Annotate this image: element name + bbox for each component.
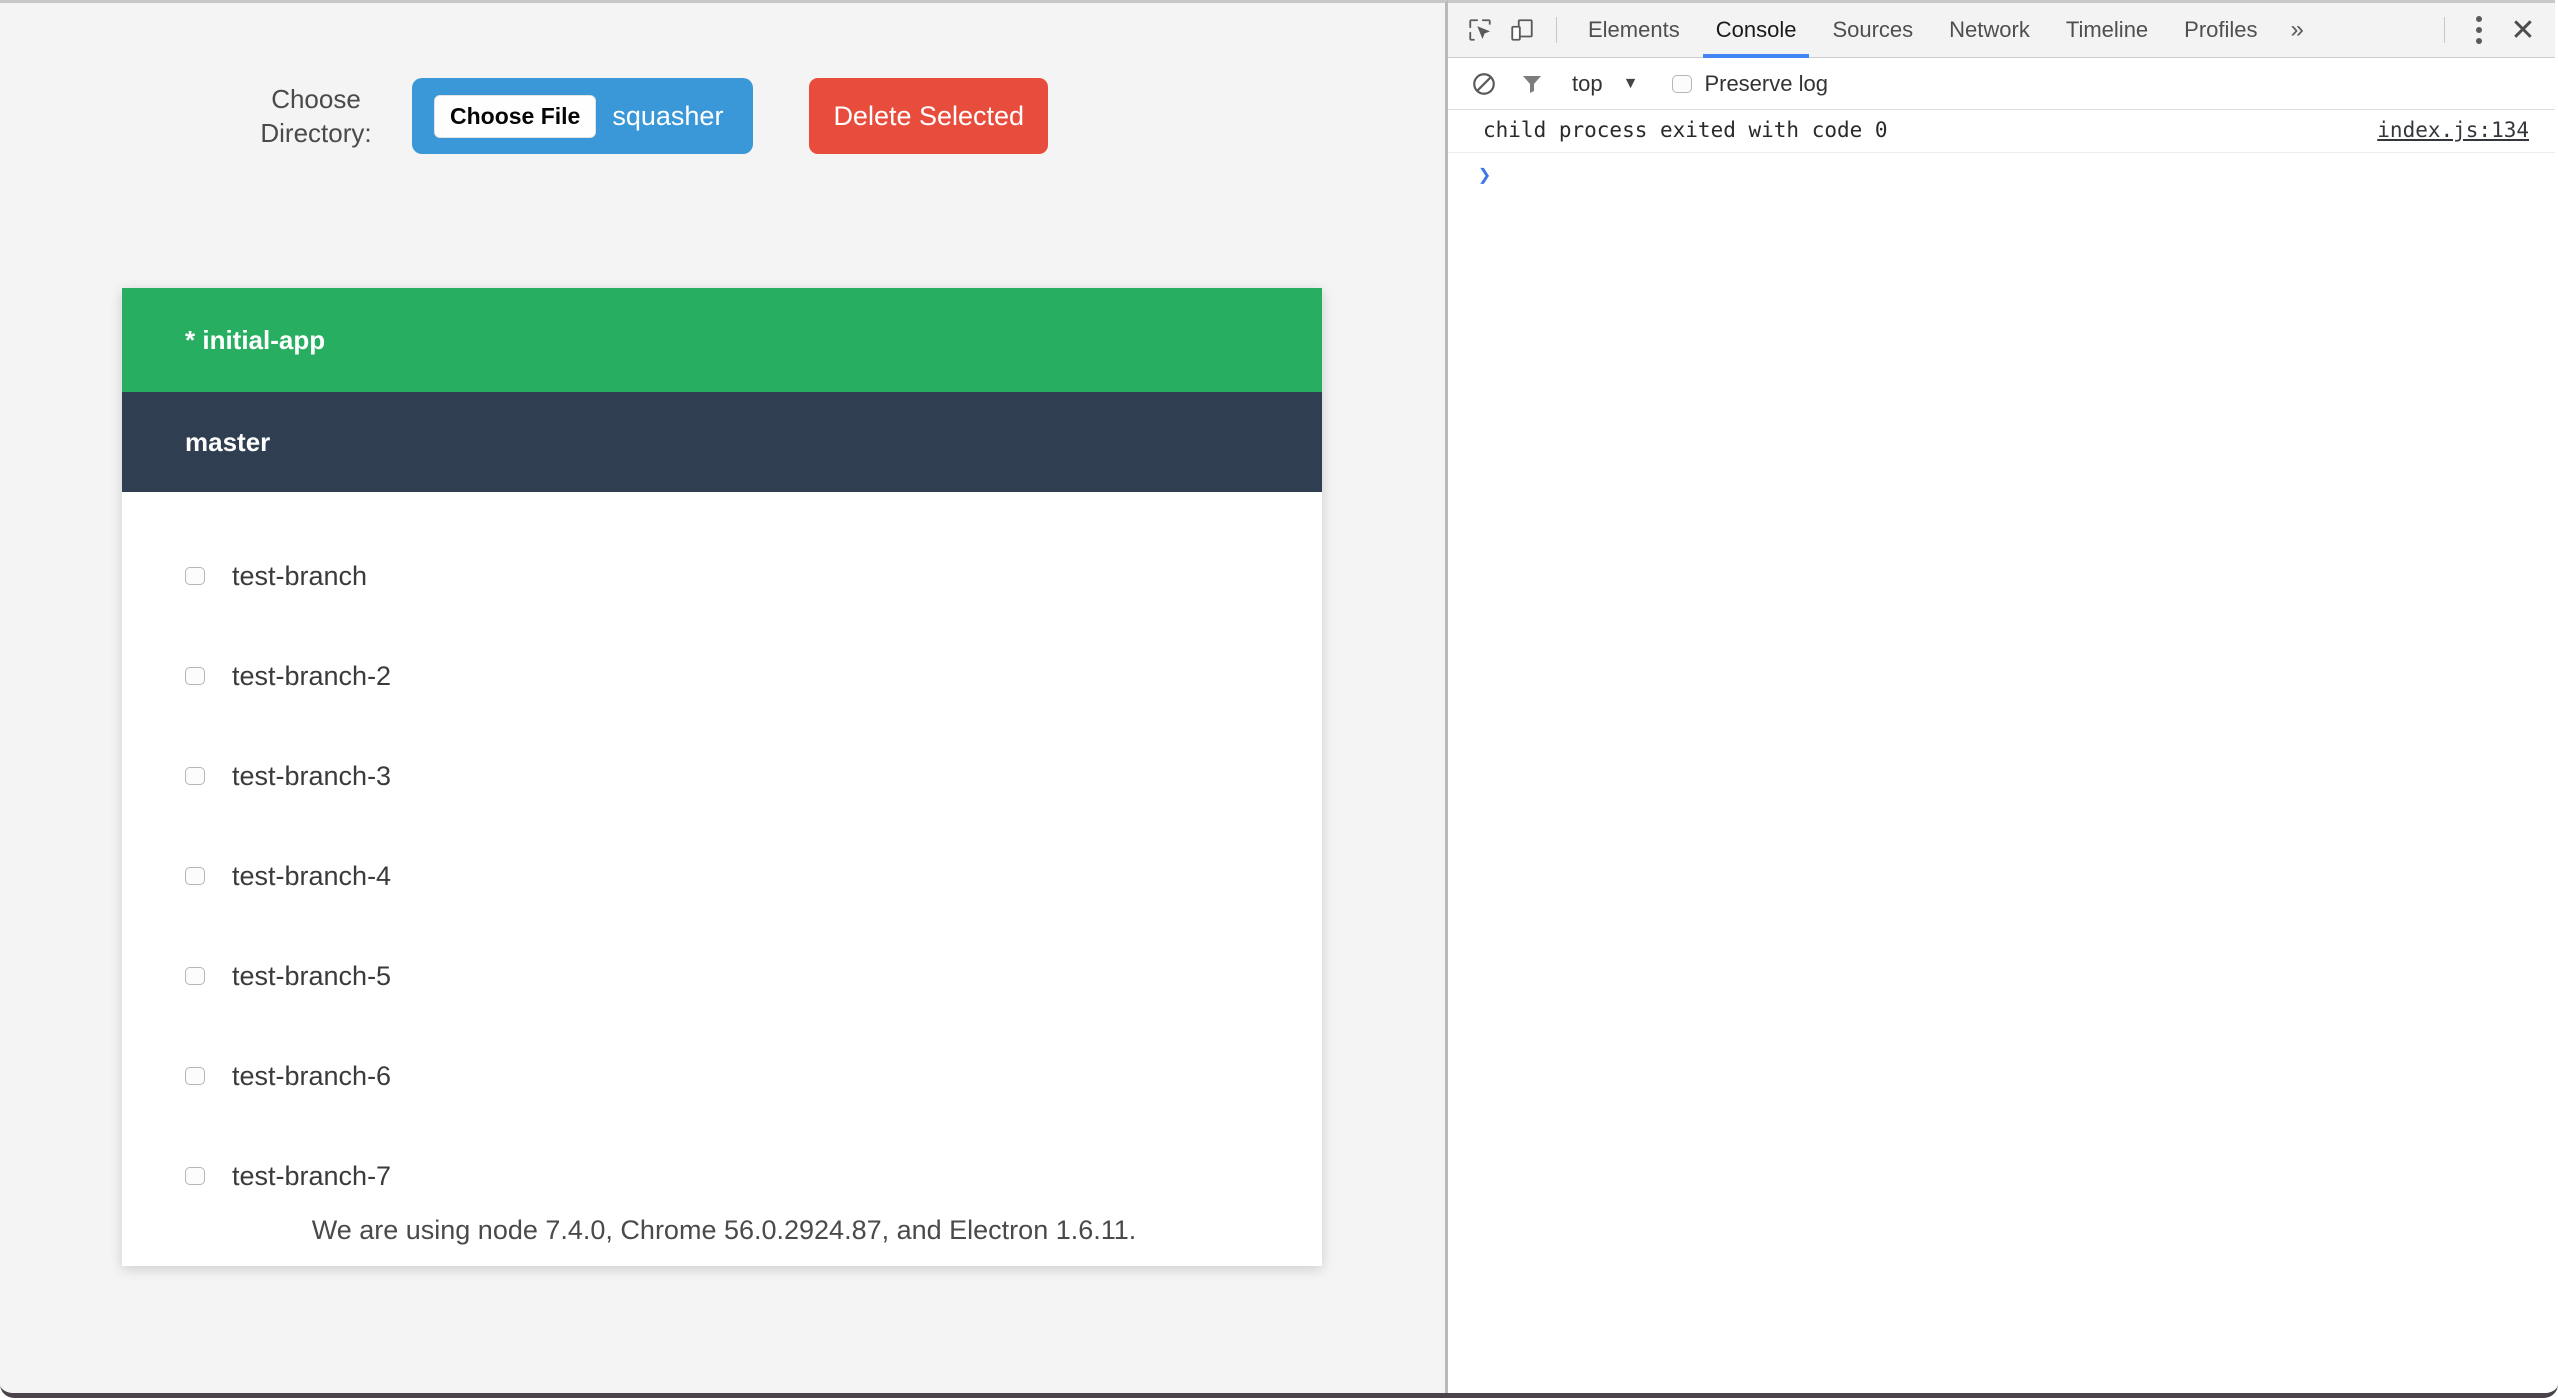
list-item[interactable]: test-branch-3 bbox=[122, 726, 1322, 826]
console-prompt[interactable]: ❯ bbox=[1448, 153, 2555, 188]
console-context-value: top bbox=[1572, 70, 1603, 96]
selected-file-name: squasher bbox=[612, 100, 724, 131]
more-options-icon[interactable] bbox=[2459, 10, 2499, 50]
directory-file-input[interactable]: Choose File squasher bbox=[412, 78, 754, 154]
tab-timeline[interactable]: Timeline bbox=[2049, 3, 2165, 58]
list-item[interactable]: test-branch-7 bbox=[122, 1126, 1322, 1226]
current-branch-row[interactable]: * initial-app bbox=[122, 288, 1322, 392]
tab-profiles[interactable]: Profiles bbox=[2167, 3, 2274, 58]
branch-checkbox[interactable] bbox=[185, 1067, 205, 1085]
clear-console-icon[interactable] bbox=[1464, 64, 1504, 104]
delete-selected-button[interactable]: Delete Selected bbox=[809, 78, 1049, 154]
console-message-row: child process exited with code 0 index.j… bbox=[1448, 110, 2555, 153]
choose-file-button[interactable]: Choose File bbox=[434, 94, 597, 138]
electron-window: Choose Directory: Choose File squasher D… bbox=[0, 0, 2558, 1398]
list-item[interactable]: test-branch-6 bbox=[122, 1026, 1322, 1126]
branch-checkbox[interactable] bbox=[185, 667, 205, 685]
device-toolbar-icon[interactable] bbox=[1502, 10, 1542, 50]
app-viewport: Choose Directory: Choose File squasher D… bbox=[0, 0, 1448, 1393]
preserve-log-toggle[interactable]: Preserve log bbox=[1672, 71, 1828, 97]
tab-elements[interactable]: Elements bbox=[1571, 3, 1697, 58]
filter-icon[interactable] bbox=[1512, 64, 1552, 104]
preserve-log-checkbox[interactable] bbox=[1672, 74, 1693, 93]
branch-name: test-branch-7 bbox=[232, 1160, 392, 1191]
list-item[interactable]: test-branch bbox=[122, 526, 1322, 626]
devtools-panel: Elements Console Sources Network Timelin… bbox=[1448, 0, 2555, 1393]
tab-network[interactable]: Network bbox=[1932, 3, 2047, 58]
branch-name: test-branch-6 bbox=[232, 1060, 392, 1091]
branch-name: test-branch-5 bbox=[232, 960, 392, 991]
branch-checkbox[interactable] bbox=[185, 767, 205, 785]
branch-list: test-branch test-branch-2 test-branch-3 … bbox=[122, 492, 1322, 1266]
branch-list-card: * initial-app master test-branch test-br… bbox=[122, 288, 1322, 1266]
console-output[interactable]: child process exited with code 0 index.j… bbox=[1448, 110, 2555, 1393]
inspect-element-icon[interactable] bbox=[1460, 10, 1500, 50]
toolbar-divider bbox=[1556, 17, 1557, 43]
console-toolbar: top ▼ Preserve log bbox=[1448, 58, 2555, 110]
branch-checkbox[interactable] bbox=[185, 967, 205, 985]
console-source-link[interactable]: index.js:134 bbox=[2377, 118, 2529, 142]
devtools-tabbar: Elements Console Sources Network Timelin… bbox=[1448, 3, 2555, 58]
close-icon[interactable]: ✕ bbox=[2501, 8, 2545, 52]
branch-checkbox[interactable] bbox=[185, 1167, 205, 1185]
console-message-text: child process exited with code 0 bbox=[1483, 118, 1888, 142]
preserve-log-label: Preserve log bbox=[1704, 70, 1828, 96]
list-item[interactable]: test-branch-5 bbox=[122, 926, 1322, 1026]
list-item[interactable]: test-branch-2 bbox=[122, 626, 1322, 726]
toolbar-divider-right bbox=[2444, 17, 2445, 43]
branch-name: test-branch-3 bbox=[232, 760, 392, 791]
directory-toolbar: Choose Directory: Choose File squasher D… bbox=[0, 3, 1445, 154]
branch-name: test-branch-4 bbox=[232, 860, 392, 891]
more-tabs-icon[interactable]: » bbox=[2277, 16, 2318, 44]
chevron-down-icon: ▼ bbox=[1622, 74, 1639, 92]
list-item[interactable]: test-branch-4 bbox=[122, 826, 1322, 926]
tab-console[interactable]: Console bbox=[1699, 3, 1814, 58]
console-context-selector[interactable]: top ▼ bbox=[1564, 71, 1646, 97]
versions-text: We are using node 7.4.0, Chrome 56.0.292… bbox=[311, 1215, 1137, 1245]
tab-sources[interactable]: Sources bbox=[1815, 3, 1930, 58]
branch-checkbox[interactable] bbox=[185, 867, 205, 885]
master-branch-row[interactable]: master bbox=[122, 392, 1322, 492]
branch-checkbox[interactable] bbox=[185, 567, 205, 585]
choose-directory-label: Choose Directory: bbox=[260, 84, 372, 148]
branch-name: test-branch bbox=[232, 560, 368, 591]
branch-name: test-branch-2 bbox=[232, 660, 392, 691]
